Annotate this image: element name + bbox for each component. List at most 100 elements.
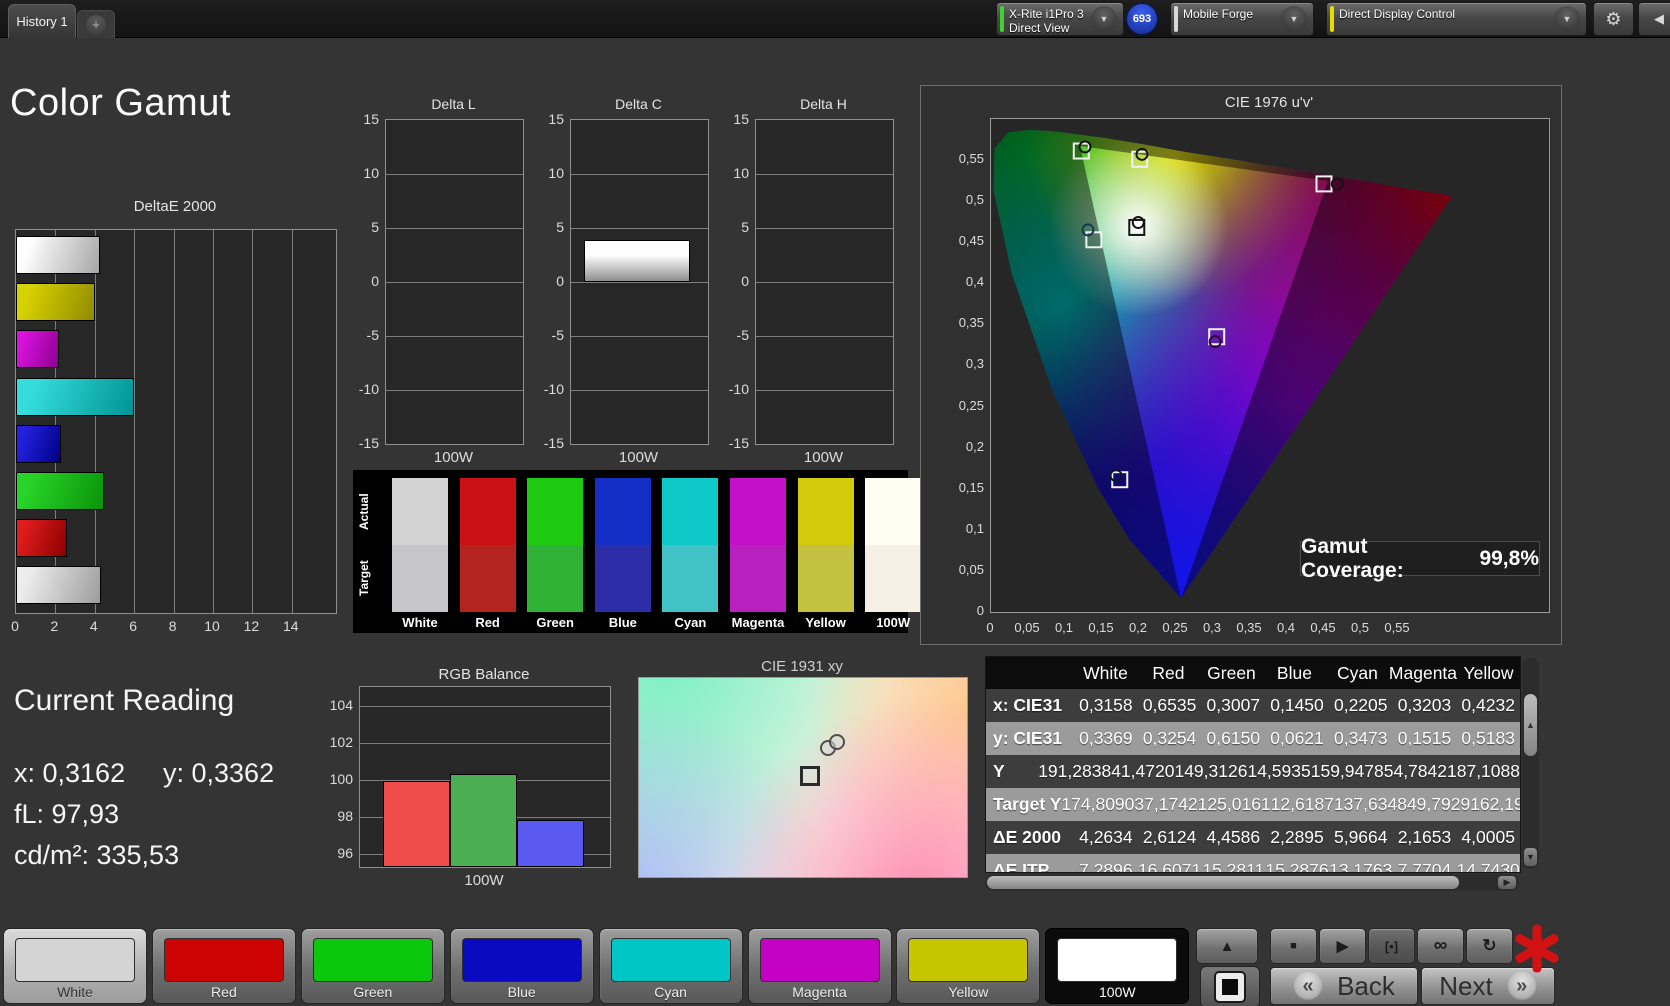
target-swatch [527, 545, 583, 612]
patch-button-blue[interactable]: Blue [450, 928, 594, 1004]
gridline [213, 230, 214, 613]
axis-tick-label: 0,2 [938, 439, 984, 454]
table-row[interactable]: ΔE 20004,26342,61244,45862,28955,96642,1… [986, 821, 1520, 854]
mini-chart-bar [584, 240, 690, 282]
table-horizontal-scrollbar[interactable]: ▶ [985, 874, 1519, 891]
table-row[interactable]: Target Y174,809037,1742125,016112,618713… [986, 788, 1520, 821]
table-row[interactable]: Y191,283841,4720149,312614,5935159,94785… [986, 755, 1520, 788]
stop-button[interactable]: ■ [1270, 928, 1317, 964]
patch-swatch [760, 938, 880, 982]
source-dropdown[interactable]: Mobile Forge ▼ [1170, 2, 1314, 36]
patch-column-red: Red [460, 470, 516, 633]
table-row[interactable]: y: CIE310,33690,32540,61500,06210,34730,… [986, 722, 1520, 755]
patch-column-cyan: Cyan [662, 470, 718, 633]
table-cell: 125,0161 [1198, 794, 1271, 815]
collapse-panel-button[interactable]: ◀ [1638, 2, 1670, 36]
deltae-chart [15, 229, 337, 614]
patch-button-magenta[interactable]: Magenta [748, 928, 892, 1004]
table-cell: 2,2895 [1265, 827, 1329, 848]
mini-chart-delta-c [570, 119, 709, 445]
patch-name-label: Magenta [722, 615, 794, 630]
scroll-up-patches-button[interactable]: ▲ [1196, 928, 1258, 964]
gridline [571, 174, 708, 175]
axis-tick-label: 10 [343, 165, 379, 181]
patch-label: Blue [451, 984, 593, 1000]
gridline [571, 336, 708, 337]
axis-tick-label: 0,35 [938, 315, 984, 330]
table-cell: 4,0005 [1456, 827, 1520, 848]
chevron-down-icon[interactable]: ▼ [1281, 6, 1307, 32]
deltae-bar-blue [16, 425, 61, 463]
patch-compare-panel: Actual Target WhiteRedGreenBlueCyanMagen… [353, 470, 908, 633]
axis-tick-label: 0,1 [1044, 620, 1084, 635]
gridline [360, 743, 610, 744]
workflow-dropdown[interactable]: Direct Display Control ▼ [1326, 2, 1587, 36]
chevron-down-icon[interactable]: ▼ [1091, 6, 1117, 32]
workflow-accent [1330, 6, 1334, 32]
axis-tick-label: 104 [317, 697, 353, 713]
axis-tick-label: 0,5 [1340, 620, 1380, 635]
patch-name-label: 100W [857, 615, 929, 630]
chevron-up-icon: ▲ [1220, 938, 1235, 955]
patch-swatch [15, 938, 135, 982]
alert-asterisk-icon [1513, 924, 1561, 972]
target-swatch [460, 545, 516, 612]
actual-row-label: Actual [357, 478, 371, 545]
table-cell: 7,2896 [1074, 860, 1138, 873]
add-tab-button[interactable]: + [77, 10, 115, 38]
patch-button-cyan[interactable]: Cyan [599, 928, 743, 1004]
tab-history-1[interactable]: History 1 [8, 4, 76, 38]
actual-swatch [527, 478, 583, 545]
table-cell: 15,2811 [1201, 860, 1265, 873]
axis-tick-label: 0,55 [1377, 620, 1417, 635]
table-row[interactable]: x: CIE310,31580,65350,30070,14500,22050,… [986, 689, 1520, 722]
mini-chart-title: Delta C [570, 96, 707, 112]
table-row[interactable]: ΔE ITP7,289616,607115,281115,287613,1763… [986, 854, 1520, 873]
back-button[interactable]: « Back [1270, 967, 1418, 1005]
row-label: Target Y [986, 794, 1061, 815]
deltae-bar-cyan [16, 378, 134, 416]
table-cell: 2,6124 [1138, 827, 1202, 848]
axis-x-label: 100W [755, 449, 892, 466]
axis-tick-label: 2 [40, 618, 68, 634]
scroll-down-button[interactable]: ▼ [1524, 848, 1537, 866]
play-button[interactable]: ▶ [1319, 928, 1366, 964]
table-cell: 191,2838 [1038, 761, 1111, 782]
scroll-right-button[interactable]: ▶ [1498, 876, 1516, 889]
patch-button-red[interactable]: Red [152, 928, 296, 1004]
scrollbar-thumb[interactable] [987, 876, 1459, 889]
interval-button[interactable]: [•] [1368, 928, 1415, 964]
refresh-button[interactable]: ↻ [1466, 928, 1513, 964]
patch-button-white[interactable]: White [3, 928, 147, 1004]
patch-label: 100W [1046, 984, 1188, 1000]
plus-icon: + [86, 15, 106, 35]
chevrons-left-icon: « [1293, 971, 1323, 1001]
next-button[interactable]: Next » [1421, 967, 1555, 1005]
gridline [174, 230, 175, 613]
row-label: x: CIE31 [986, 695, 1074, 716]
scrollbar-thumb[interactable]: ▲ [1524, 694, 1537, 756]
axis-tick-label: -15 [343, 435, 379, 451]
target-swatch [865, 545, 921, 612]
axis-tick-label: 0 [970, 620, 1010, 635]
gridline [292, 230, 293, 613]
axis-tick-label: 0,15 [938, 480, 984, 495]
meter-count-badge[interactable]: 693 [1126, 3, 1158, 35]
axis-tick-label: -10 [713, 381, 749, 397]
actual-swatch [662, 478, 718, 545]
patch-button-green[interactable]: Green [301, 928, 445, 1004]
next-label: Next [1439, 971, 1492, 1002]
patch-label: Yellow [897, 984, 1039, 1000]
patch-button-yellow[interactable]: Yellow [896, 928, 1040, 1004]
table-vertical-scrollbar[interactable]: ▲ ▼ [1522, 658, 1539, 869]
patch-button-100w[interactable]: 100W [1045, 928, 1189, 1004]
target-row-label: Target [357, 545, 371, 612]
infinity-button[interactable]: ∞ [1417, 928, 1464, 964]
axis-tick-label: 0 [343, 273, 379, 289]
blank-patch-button[interactable] [1200, 966, 1260, 1006]
rgb-balance-x-label: 100W [359, 872, 609, 889]
axis-tick-label: 6 [119, 618, 147, 634]
chevron-down-icon[interactable]: ▼ [1554, 6, 1580, 32]
settings-button[interactable]: ⚙ [1593, 2, 1634, 36]
meter-dropdown[interactable]: X-Rite i1Pro 3 Direct View ▼ [996, 2, 1124, 36]
